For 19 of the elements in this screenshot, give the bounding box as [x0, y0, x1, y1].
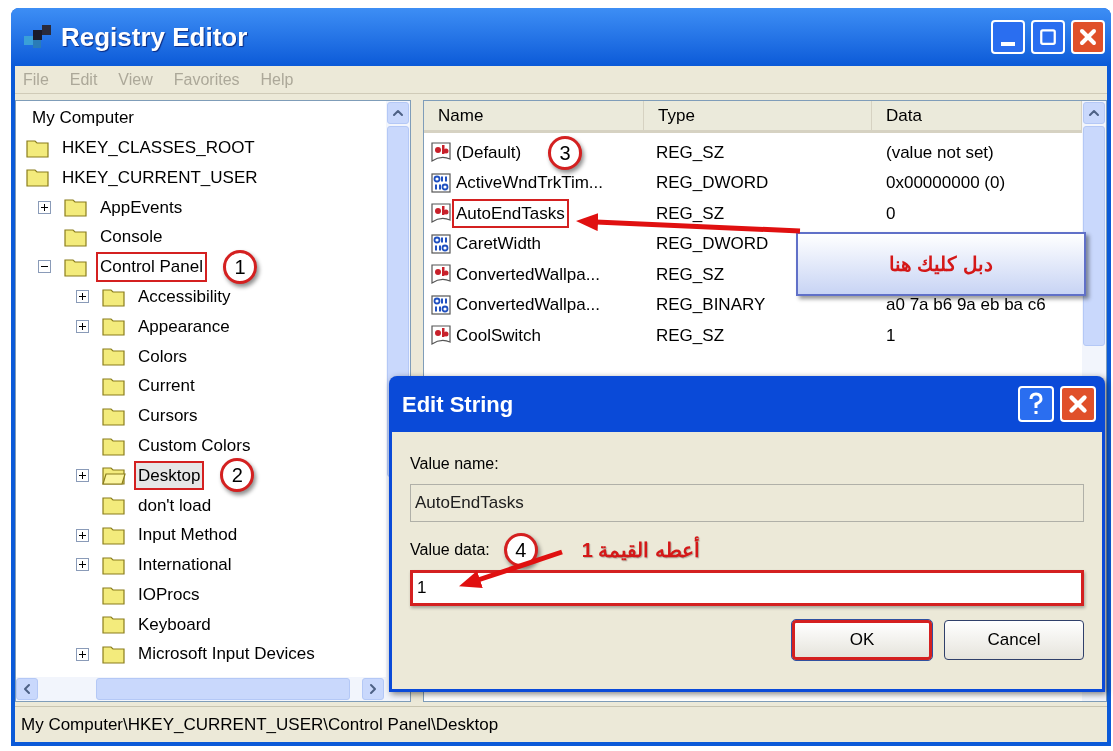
- value-data: 0x00000000 (0): [885, 172, 1006, 194]
- dialog-title: Edit String: [402, 390, 514, 419]
- value-type: REG_SZ: [655, 263, 726, 286]
- field-label: Value data:: [410, 540, 490, 560]
- instruction-note: أعطه القيمة 1: [581, 535, 700, 565]
- value-data: 0: [885, 202, 896, 225]
- value-data: 1: [885, 324, 896, 347]
- value-type: REG_SZ: [655, 324, 726, 347]
- value-type: REG_SZ: [655, 141, 726, 164]
- value-type: REG_BINARY: [655, 294, 767, 316]
- window-title: Registry Editor: [61, 20, 248, 54]
- value-type: REG_DWORD: [655, 172, 770, 194]
- status-bar-path: My Computer\HKEY_CURRENT_USER\Control Panel\Desktop: [21, 713, 499, 736]
- value-type: REG_SZ: [655, 202, 726, 225]
- value-type: REG_DWORD: [655, 233, 770, 255]
- value-data: (value not set): [885, 141, 994, 164]
- callout-text: دبل كليك هنا: [888, 252, 994, 277]
- field-label: Value name:: [410, 454, 500, 474]
- value-data: a0 7a b6 9a eb ba c6: [885, 294, 1046, 316]
